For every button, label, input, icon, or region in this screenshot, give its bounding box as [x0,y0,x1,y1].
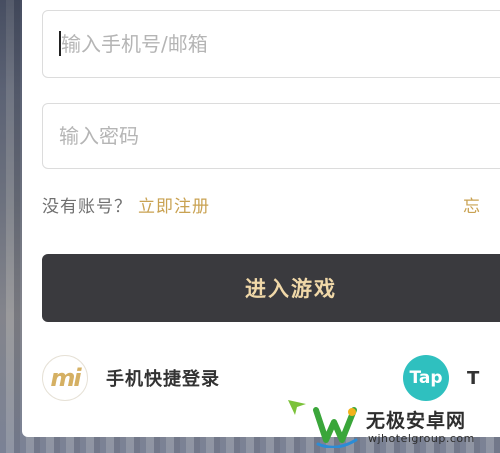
taptap-logo-text: Tap [409,368,443,388]
enter-game-button[interactable]: 进入游戏 [42,254,500,322]
taptap-login-label: T [467,367,480,389]
username-input[interactable] [61,11,461,77]
mi-logo-icon: mi [42,355,88,401]
register-row: 没有账号？ 立即注册 [42,192,210,217]
watermark-title: 无极安卓网 [366,410,467,432]
register-link[interactable]: 立即注册 [138,197,210,217]
forgot-password-link[interactable]: 忘 [463,192,480,217]
no-account-text: 没有账号？ [42,197,132,217]
password-input[interactable] [59,104,459,168]
watermark-url: wjhotelgroup.com [368,432,475,445]
password-field[interactable] [42,103,500,169]
watermark-logo-icon [313,407,358,448]
taptap-logo-icon: Tap [403,355,449,401]
taptap-login-button[interactable]: Tap T [403,351,479,405]
watermark: 无极安卓网 wjhotelgroup.com [312,400,500,453]
mi-logo-text: mi [50,364,81,392]
phone-quick-login-label: 手机快捷登录 [106,369,220,390]
cursor-icon [288,400,306,415]
phone-quick-login-button[interactable]: mi 手机快捷登录 [42,351,220,405]
username-field[interactable] [42,10,500,78]
